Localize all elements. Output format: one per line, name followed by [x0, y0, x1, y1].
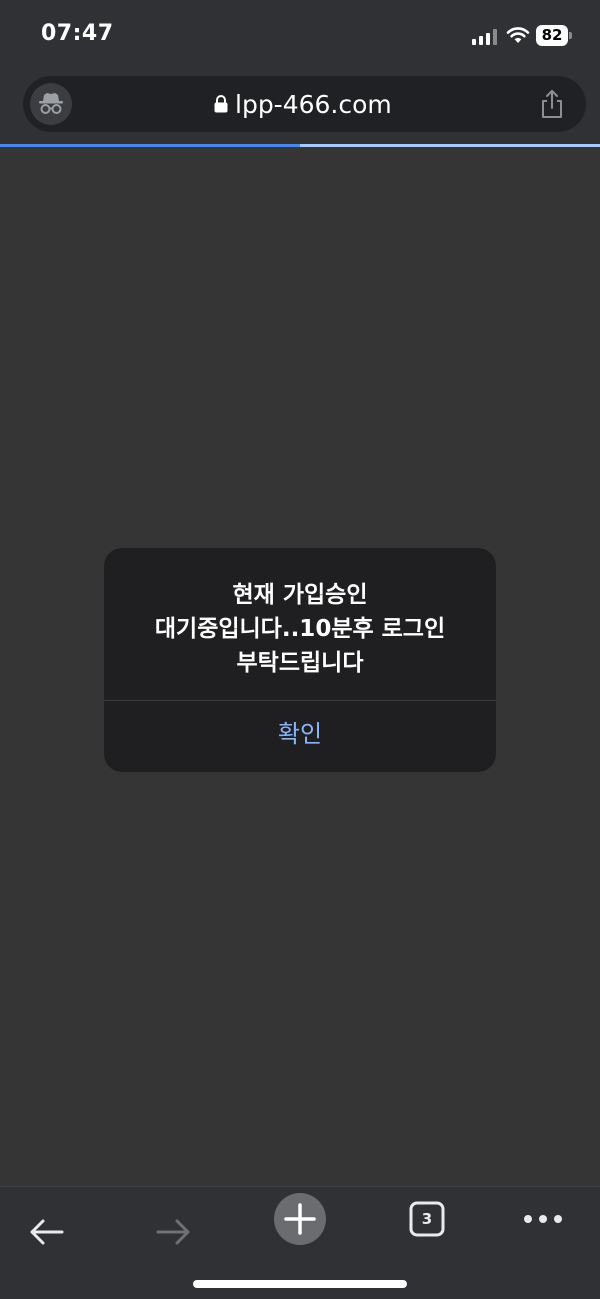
battery-level: 82 [536, 25, 568, 46]
status-time: 07:47 [41, 21, 114, 46]
wifi-icon [506, 27, 530, 43]
forward-arrow-icon[interactable] [148, 1207, 198, 1257]
alert-dialog: 현재 가입승인 대기중입니다..10분후 로그인 부탁드립니다 확인 [104, 548, 496, 772]
cellular-signal-icon [472, 29, 498, 45]
more-dots-icon[interactable] [519, 1202, 567, 1236]
browser-bottom-toolbar: 3 [0, 1186, 600, 1299]
browser-top-bar: 07:47 82 lpp-466.com [0, 0, 600, 146]
tab-switcher-button[interactable]: 3 [409, 1201, 445, 1237]
home-indicator[interactable] [193, 1280, 407, 1288]
tab-count: 3 [421, 1210, 433, 1228]
battery-cap [569, 32, 572, 39]
plus-icon[interactable] [273, 1192, 327, 1246]
page-load-progress-fill [0, 144, 300, 147]
lock-icon [214, 95, 228, 113]
page-load-progress [0, 144, 600, 147]
confirm-button[interactable]: 확인 [104, 701, 496, 772]
share-icon[interactable] [539, 89, 565, 119]
url-display[interactable]: lpp-466.com [213, 88, 392, 120]
incognito-icon[interactable] [30, 83, 72, 125]
battery-indicator: 82 [536, 25, 572, 46]
address-bar[interactable]: lpp-466.com [23, 76, 586, 132]
back-arrow-icon[interactable] [22, 1207, 72, 1257]
url-text: lpp-466.com [235, 89, 392, 119]
alert-message: 현재 가입승인 대기중입니다..10분후 로그인 부탁드립니다 [154, 582, 446, 676]
